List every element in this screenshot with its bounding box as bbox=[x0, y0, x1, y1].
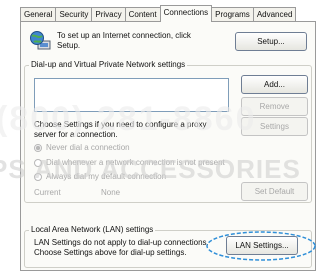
radio-always-dial[interactable]: Always dial my default connection bbox=[34, 172, 166, 182]
tab-programs[interactable]: Programs bbox=[211, 7, 254, 22]
connections-listbox[interactable] bbox=[34, 78, 229, 112]
radio-dial-whenever[interactable]: Dial whenever a network connection is no… bbox=[34, 158, 225, 168]
choose-settings-line1: Choose Settings if you need to configure… bbox=[34, 120, 207, 129]
tab-content[interactable]: Content bbox=[124, 7, 161, 22]
tab-privacy[interactable]: Privacy bbox=[91, 7, 126, 22]
set-default-button[interactable]: Set Default bbox=[241, 182, 308, 201]
radio-button-selected bbox=[34, 144, 42, 152]
setup-button[interactable]: Setup... bbox=[235, 32, 307, 51]
tab-security[interactable]: Security bbox=[55, 7, 93, 22]
tab-strip: General Security Privacy Content Connect… bbox=[20, 5, 297, 22]
setup-instructions-line2: Setup. bbox=[57, 41, 81, 50]
setup-instructions-line1: To set up an Internet connection, click bbox=[57, 31, 191, 40]
radio-never-dial-label: Never dial a connection bbox=[46, 143, 130, 152]
radio-button bbox=[34, 173, 42, 181]
current-label: Current bbox=[34, 188, 61, 197]
tab-connections[interactable]: Connections bbox=[159, 5, 213, 22]
lan-settings-button[interactable]: LAN Settings... bbox=[226, 236, 298, 255]
radio-button bbox=[34, 159, 42, 167]
current-value: None bbox=[101, 188, 121, 197]
radio-always-dial-label: Always dial my default connection bbox=[46, 172, 167, 181]
network-globe-icon bbox=[30, 31, 51, 50]
tab-advanced[interactable]: Advanced bbox=[252, 7, 297, 22]
choose-settings-line2: server for a connection. bbox=[34, 130, 118, 139]
radio-never-dial[interactable]: Never dial a connection bbox=[34, 143, 130, 153]
settings-button[interactable]: Settings bbox=[241, 117, 308, 136]
connections-panel: To set up an Internet connection, click … bbox=[20, 21, 316, 271]
lan-group-title: Local Area Network (LAN) settings bbox=[29, 225, 156, 235]
lan-info-line2: Choose Settings above for dial-up settin… bbox=[34, 248, 187, 257]
tab-general[interactable]: General bbox=[20, 7, 57, 22]
remove-button[interactable]: Remove bbox=[241, 97, 308, 116]
radio-dial-whenever-label: Dial whenever a network connection is no… bbox=[46, 158, 225, 167]
lan-info-line1: LAN Settings do not apply to dial-up con… bbox=[34, 238, 209, 247]
add-button[interactable]: Add... bbox=[241, 75, 308, 94]
dialup-group-title: Dial-up and Virtual Private Network sett… bbox=[29, 60, 188, 70]
